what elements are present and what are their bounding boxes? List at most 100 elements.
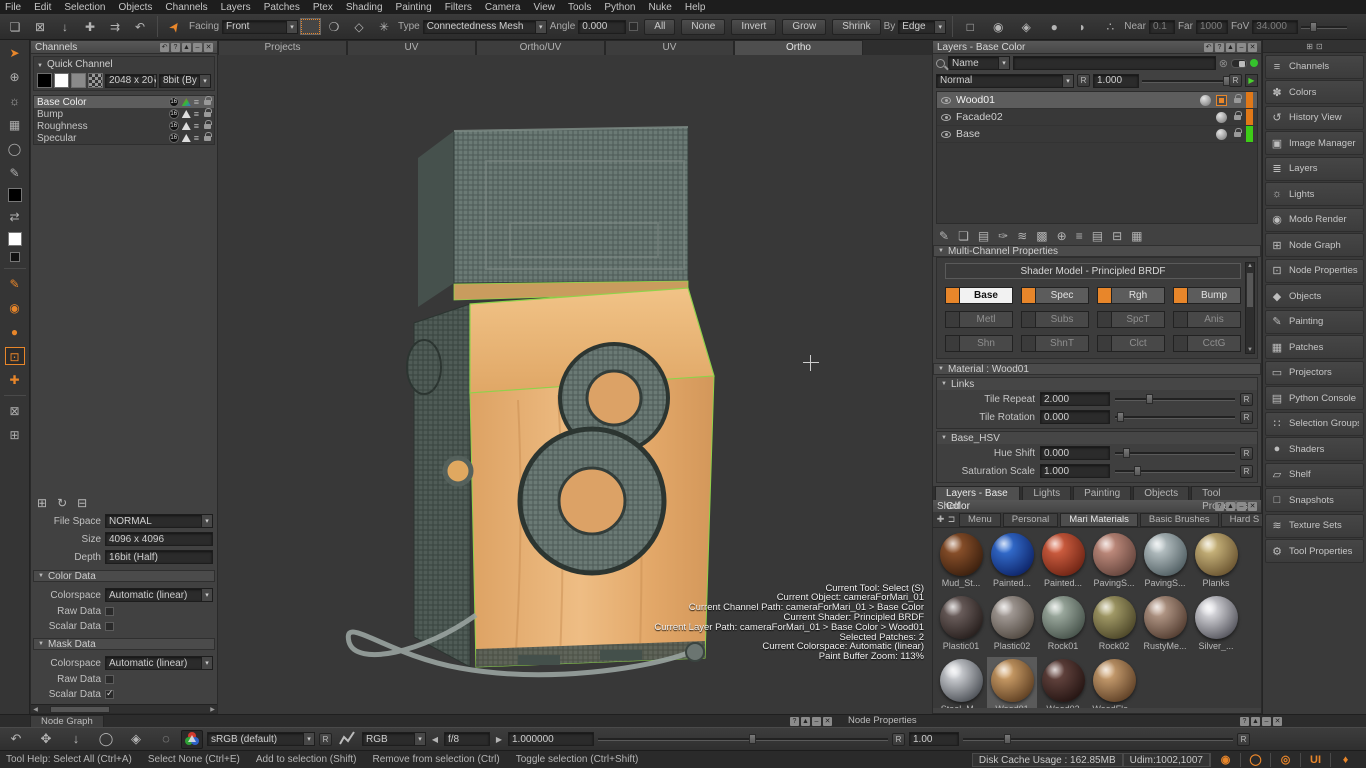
paint-through-tool[interactable]: ◉ xyxy=(5,299,25,317)
duplicate-layer-icon[interactable]: ▤ xyxy=(1092,229,1103,243)
menu-item[interactable]: Patches xyxy=(264,2,300,13)
exposure-increment-icon[interactable]: ▶ xyxy=(494,735,504,744)
menu-item[interactable]: Edit xyxy=(34,2,51,13)
panel-control-icon[interactable]: ? xyxy=(1215,502,1224,511)
menu-item[interactable]: Python xyxy=(604,2,635,13)
channel-toggle-button[interactable]: SpcT xyxy=(1097,311,1165,328)
sidebar-palette-button[interactable]: ☼ Lights xyxy=(1265,182,1364,206)
clone-stamp-tool[interactable]: ⊞ xyxy=(5,426,25,444)
shelf-material[interactable]: Silver_... xyxy=(1191,594,1241,657)
polygon-select-icon[interactable]: ◇ xyxy=(348,20,370,34)
channel-toggle-button[interactable]: Metl xyxy=(945,311,1013,328)
shelf-material[interactable]: RustyMe... xyxy=(1140,594,1190,657)
menu-item[interactable]: Help xyxy=(685,2,706,13)
add-group-icon[interactable]: ▤ xyxy=(978,229,989,243)
paint-buffer-tool[interactable]: ● xyxy=(5,323,25,341)
dock-right-icon[interactable]: ⊡ xyxy=(1316,42,1323,51)
shelf-tab[interactable]: Menu xyxy=(959,513,1001,527)
by-dropdown[interactable]: Edge xyxy=(898,20,946,34)
merge-layers-icon[interactable]: ≡ xyxy=(1076,229,1083,243)
panel-control-icon[interactable]: ‒ xyxy=(1262,717,1271,726)
dock-tab[interactable]: Objects xyxy=(1133,486,1189,500)
channel-toggle-button[interactable]: CctG xyxy=(1173,335,1241,352)
sidebar-palette-button[interactable]: ▣ Image Manager xyxy=(1265,131,1364,155)
remove-channel-icon[interactable]: ⊟ xyxy=(77,496,87,510)
clear-search-icon[interactable]: ⊗ xyxy=(1219,57,1228,70)
menu-item[interactable]: Objects xyxy=(119,2,153,13)
paint-tool[interactable]: ✎ xyxy=(5,275,25,293)
panel-control-icon[interactable]: ✕ xyxy=(204,43,213,52)
quick-channel-label[interactable]: Quick Channel xyxy=(37,59,211,70)
swap-colors-icon[interactable]: ⇄ xyxy=(5,208,25,226)
vertical-scrollbar[interactable]: ▲▼ xyxy=(1245,262,1255,354)
channel-toggle-button[interactable]: Spec xyxy=(1021,287,1089,304)
panel-control-icon[interactable]: ? xyxy=(1240,717,1249,726)
color-picker-icon[interactable] xyxy=(181,730,203,749)
mask-data-section[interactable]: Mask Data xyxy=(33,638,215,650)
histogram-icon[interactable] xyxy=(336,731,358,748)
panel-control-icon[interactable]: ▲ xyxy=(801,717,810,726)
add-layer-icon[interactable]: ❏ xyxy=(958,229,969,243)
base-hsv-section[interactable]: Base_HSV xyxy=(937,432,1257,444)
lasso-select-icon[interactable]: ❍ xyxy=(323,20,345,34)
fov-field[interactable]: 34.000 xyxy=(1252,20,1298,34)
play-icon[interactable]: ▶ xyxy=(1245,74,1258,87)
menu-item[interactable]: Ptex xyxy=(313,2,333,13)
sidebar-palette-button[interactable]: □ Snapshots xyxy=(1265,488,1364,512)
value-slider[interactable] xyxy=(1115,411,1235,423)
angle-field[interactable]: 0.000 xyxy=(578,20,626,34)
lock-icon[interactable] xyxy=(204,136,211,141)
value-field[interactable]: 0.000 xyxy=(1040,446,1110,460)
shelf-material[interactable]: Wood01 xyxy=(987,657,1037,708)
palette-grid-icon[interactable]: ▦ xyxy=(1131,229,1142,243)
selection-button[interactable]: Shrink xyxy=(832,19,880,35)
viewport-tab[interactable]: Ortho xyxy=(734,40,863,55)
value-field[interactable]: 0.000 xyxy=(1040,410,1110,424)
panel-control-icon[interactable]: ? xyxy=(1215,43,1224,52)
file-space-dropdown[interactable]: NORMAL xyxy=(105,514,213,528)
value-slider[interactable] xyxy=(1115,447,1235,459)
angle-checkbox[interactable] xyxy=(629,22,638,31)
panel-control-icon[interactable]: ✕ xyxy=(1273,717,1282,726)
lock-icon[interactable] xyxy=(1234,115,1241,120)
shelf-material[interactable]: Rock02 xyxy=(1089,594,1139,657)
sidebar-palette-button[interactable]: ∷ Selection Groups xyxy=(1265,412,1364,436)
add-adjustment-icon[interactable]: ✑ xyxy=(998,229,1008,243)
menu-item[interactable]: Selection xyxy=(64,2,105,13)
white-swatch[interactable] xyxy=(54,73,69,88)
menu-item[interactable]: Tools xyxy=(568,2,591,13)
viewport-tab[interactable]: UV xyxy=(605,40,734,55)
shelf-material[interactable]: Planks xyxy=(1191,531,1241,594)
panel-control-icon[interactable]: ? xyxy=(171,43,180,52)
shelf-material[interactable]: WoodFlo... xyxy=(1089,657,1139,708)
resolution-dropdown[interactable]: 2048 x 20 xyxy=(105,74,157,88)
selection-button[interactable]: Invert xyxy=(731,19,776,35)
panel-control-icon[interactable]: ✕ xyxy=(1248,502,1257,511)
shelf-material[interactable]: Mud_St... xyxy=(936,531,986,594)
menu-item[interactable]: Nuke xyxy=(649,2,672,13)
black-swatch[interactable] xyxy=(37,73,52,88)
shelf-tab[interactable]: Personal xyxy=(1003,513,1059,527)
channel-toggle-button[interactable]: Subs xyxy=(1021,311,1089,328)
record-status-icon[interactable]: ◎ xyxy=(1270,753,1300,767)
sidebar-palette-button[interactable]: ⊡ Node Properties xyxy=(1265,259,1364,283)
shelf-material[interactable]: Plastic01 xyxy=(936,594,986,657)
shelf-material[interactable]: Rock01 xyxy=(1038,594,1088,657)
shelf-tab[interactable]: Mari Materials xyxy=(1060,513,1138,527)
patch-select-tool[interactable]: ⊡ xyxy=(5,347,25,365)
far-field[interactable]: 1000 xyxy=(1196,20,1228,34)
value-slider[interactable] xyxy=(1115,465,1235,477)
multichannel-section[interactable]: Multi-Channel Properties xyxy=(933,245,1261,257)
sidebar-palette-button[interactable]: ⊞ Node Graph xyxy=(1265,233,1364,257)
sidebar-palette-button[interactable]: ✽ Colors xyxy=(1265,80,1364,104)
gray-swatch[interactable] xyxy=(71,73,86,88)
ink-status-icon[interactable]: ♦ xyxy=(1330,753,1360,767)
menu-item[interactable]: Camera xyxy=(485,2,521,13)
wireframe-icon[interactable]: □ xyxy=(959,20,981,34)
fov-slider[interactable] xyxy=(1301,21,1347,33)
zoom-paint-tool[interactable]: ⊕ xyxy=(5,68,25,86)
flag-icon[interactable]: ◗ xyxy=(1071,20,1093,34)
horizontal-scrollbar[interactable]: ◀▶ xyxy=(31,704,217,713)
size-field[interactable]: 4096 x 4096 xyxy=(105,532,213,546)
add-procedural-icon[interactable]: ≋ xyxy=(1017,229,1027,243)
